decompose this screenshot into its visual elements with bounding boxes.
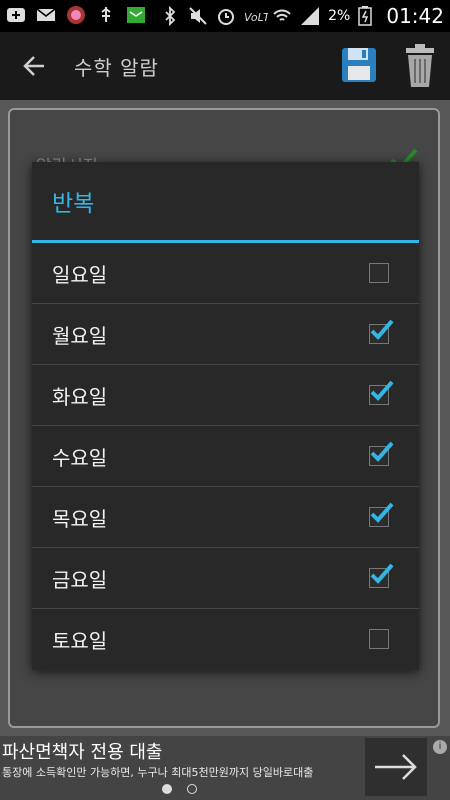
notification-icons bbox=[6, 5, 146, 25]
day-label: 월요일 bbox=[52, 324, 108, 348]
app-icon bbox=[66, 5, 86, 25]
battery-percent: 2% bbox=[328, 8, 351, 24]
back-arrow-icon[interactable] bbox=[18, 50, 50, 82]
checkbox-friday[interactable] bbox=[369, 563, 394, 588]
checkbox-monday[interactable] bbox=[369, 319, 394, 344]
wifi-icon bbox=[272, 6, 292, 26]
day-label: 목요일 bbox=[52, 507, 108, 531]
status-bar: VoLTE 2% 01:42 bbox=[0, 0, 450, 32]
system-icons: VoLTE 2% 01:42 bbox=[160, 4, 444, 28]
page-dot bbox=[187, 784, 197, 794]
ad-banner[interactable]: 파산면책자 전용 대출 통장에 소득확인만 가능하면, 누구나 최대5천만원까지… bbox=[0, 736, 450, 800]
signal-icon bbox=[300, 6, 320, 26]
check-icon bbox=[370, 441, 394, 462]
day-row-thursday[interactable]: 목요일 bbox=[32, 487, 419, 548]
ad-subtitle: 통장에 소득확인만 가능하면, 누구나 최대5천만원까지 당일바로대출 bbox=[2, 766, 314, 779]
day-row-sunday[interactable]: 일요일 bbox=[32, 243, 419, 304]
day-label: 화요일 bbox=[52, 385, 108, 409]
day-label: 수요일 bbox=[52, 446, 108, 470]
day-label: 일요일 bbox=[52, 263, 108, 287]
ad-arrow-button[interactable] bbox=[365, 738, 427, 796]
trash-icon[interactable] bbox=[400, 44, 440, 88]
action-bar: 수학 알람 bbox=[0, 32, 450, 100]
mail-icon bbox=[36, 5, 56, 25]
usb-icon bbox=[96, 5, 116, 25]
battery-charging-icon bbox=[358, 6, 378, 26]
day-label: 토요일 bbox=[52, 629, 108, 653]
alarm-icon bbox=[216, 6, 236, 26]
day-row-tuesday[interactable]: 화요일 bbox=[32, 365, 419, 426]
volte-icon: VoLTE bbox=[244, 6, 277, 26]
check-icon bbox=[370, 502, 394, 523]
check-icon bbox=[370, 319, 394, 340]
ad-info-icon[interactable]: i bbox=[433, 740, 447, 754]
day-label: 금요일 bbox=[52, 568, 108, 592]
checkbox-wednesday[interactable] bbox=[369, 441, 394, 466]
svg-text:VoLTE: VoLTE bbox=[244, 11, 268, 24]
repeat-dialog: 반복 일요일 월요일 화요일 수요일 목요일 금요일 토요일 bbox=[32, 162, 419, 670]
check-icon bbox=[370, 380, 394, 401]
add-icon bbox=[6, 5, 26, 25]
day-row-friday[interactable]: 금요일 bbox=[32, 548, 419, 609]
page-title: 수학 알람 bbox=[74, 56, 159, 80]
checkbox-thursday[interactable] bbox=[369, 502, 394, 527]
clock: 01:42 bbox=[386, 4, 444, 28]
checkbox-sunday[interactable] bbox=[369, 263, 389, 283]
mute-icon bbox=[188, 6, 208, 26]
checkbox-saturday[interactable] bbox=[369, 629, 389, 649]
save-floppy-icon[interactable] bbox=[340, 46, 380, 86]
check-icon bbox=[370, 563, 394, 584]
bluetooth-icon bbox=[160, 5, 180, 27]
checkbox-tuesday[interactable] bbox=[369, 380, 394, 405]
dialog-title: 반복 bbox=[52, 191, 95, 217]
message-icon bbox=[126, 5, 146, 25]
day-row-saturday[interactable]: 토요일 bbox=[32, 609, 419, 669]
page-dot-active bbox=[162, 784, 172, 794]
day-row-wednesday[interactable]: 수요일 bbox=[32, 426, 419, 487]
ad-title: 파산면책자 전용 대출 bbox=[2, 742, 163, 763]
day-row-monday[interactable]: 월요일 bbox=[32, 304, 419, 365]
arrow-right-icon bbox=[375, 754, 417, 780]
